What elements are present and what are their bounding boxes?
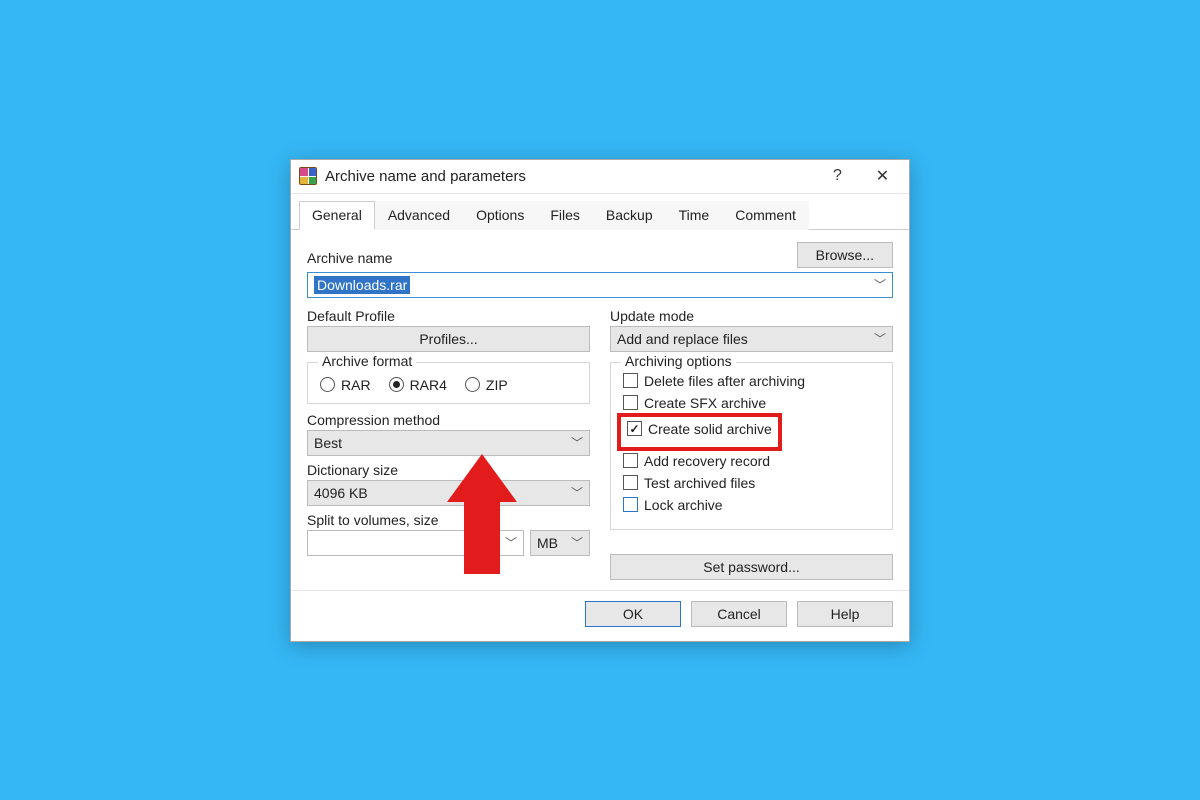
right-column: Update mode Add and replace files ﹀ Arch… (610, 308, 893, 580)
annotation-highlight: Create solid archive (617, 413, 782, 451)
checkbox-icon (623, 373, 638, 388)
ok-button[interactable]: OK (585, 601, 681, 627)
tab-general[interactable]: General (299, 201, 375, 230)
chevron-down-icon: ﹀ (571, 534, 583, 551)
chevron-down-icon: ﹀ (874, 330, 886, 347)
option-lock-archive[interactable]: Lock archive (623, 497, 880, 513)
left-column: Default Profile Profiles... Archive form… (307, 308, 590, 580)
dialog-buttons: OK Cancel Help (291, 590, 909, 641)
dictionary-size-combo[interactable]: 4096 KB ﹀ (307, 480, 590, 506)
option-add-recovery-record[interactable]: Add recovery record (623, 453, 880, 469)
archiving-options-label: Archiving options (621, 353, 736, 369)
compression-stack: Compression method Best ﹀ Dictionary siz… (307, 412, 590, 556)
archive-format-label: Archive format (318, 353, 416, 369)
archiving-options-group: Archiving options Delete files after arc… (610, 362, 893, 530)
radio-icon (389, 377, 404, 392)
tab-comment[interactable]: Comment (722, 201, 809, 230)
compression-method-label: Compression method (307, 412, 590, 428)
checkbox-icon (623, 475, 638, 490)
checkbox-icon (627, 421, 642, 436)
archive-name-label: Archive name (307, 250, 787, 266)
format-radio-rar[interactable]: RAR (320, 377, 371, 393)
checkbox-icon (623, 395, 638, 410)
chevron-down-icon: ﹀ (571, 434, 583, 451)
option-delete-files-after-archiving[interactable]: Delete files after archiving (623, 373, 880, 389)
chevron-down-icon: ﹀ (874, 276, 886, 293)
tab-advanced[interactable]: Advanced (375, 201, 463, 230)
dialog-title: Archive name and parameters (325, 168, 815, 185)
set-password-button[interactable]: Set password... (610, 554, 893, 580)
update-mode-combo[interactable]: Add and replace files ﹀ (610, 326, 893, 352)
option-create-sfx-archive[interactable]: Create SFX archive (623, 395, 880, 411)
archive-name-combo[interactable]: Downloads.rar ﹀ (307, 272, 893, 298)
split-unit-combo[interactable]: MB ﹀ (530, 530, 590, 556)
archive-name-value: Downloads.rar (314, 276, 410, 294)
help-button[interactable]: Help (797, 601, 893, 627)
close-icon[interactable]: ✕ (860, 162, 905, 190)
radio-icon (465, 377, 480, 392)
format-radio-zip[interactable]: ZIP (465, 377, 508, 393)
compression-method-combo[interactable]: Best ﹀ (307, 430, 590, 456)
profiles-button[interactable]: Profiles... (307, 326, 590, 352)
tab-strip: GeneralAdvancedOptionsFilesBackupTimeCom… (291, 200, 909, 230)
tab-time[interactable]: Time (666, 201, 723, 230)
option-test-archived-files[interactable]: Test archived files (623, 475, 880, 491)
tab-panel-general: Archive name Browse... Downloads.rar ﹀ D… (291, 230, 909, 590)
cancel-button[interactable]: Cancel (691, 601, 787, 627)
browse-button[interactable]: Browse... (797, 242, 893, 268)
winrar-icon (299, 167, 317, 185)
tab-backup[interactable]: Backup (593, 201, 666, 230)
update-mode-label: Update mode (610, 308, 893, 324)
format-radio-rar4[interactable]: RAR4 (389, 377, 447, 393)
tab-files[interactable]: Files (537, 201, 593, 230)
chevron-down-icon: ﹀ (571, 484, 583, 501)
tab-options[interactable]: Options (463, 201, 537, 230)
archive-params-dialog: Archive name and parameters ? ✕ GeneralA… (290, 159, 910, 642)
chevron-down-icon: ﹀ (505, 534, 517, 551)
help-icon[interactable]: ? (815, 162, 860, 190)
split-size-combo[interactable]: ﹀ (307, 530, 524, 556)
checkbox-icon (623, 453, 638, 468)
radio-icon (320, 377, 335, 392)
dictionary-size-label: Dictionary size (307, 462, 590, 478)
split-volumes-label: Split to volumes, size (307, 512, 590, 528)
titlebar: Archive name and parameters ? ✕ (291, 160, 909, 194)
option-create-solid-archive[interactable]: Create solid archive (627, 421, 772, 437)
archive-format-group: Archive format RARRAR4ZIP (307, 362, 590, 404)
checkbox-icon (623, 497, 638, 512)
default-profile-label: Default Profile (307, 308, 590, 324)
